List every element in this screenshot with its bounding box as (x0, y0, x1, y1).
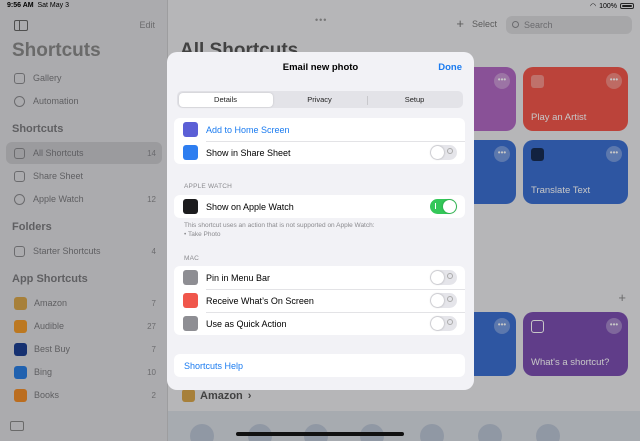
share-icon (183, 145, 198, 160)
footnote-line: • Take Photo (184, 231, 221, 238)
quick-action-toggle[interactable] (430, 316, 457, 331)
footnote-line: This shortcut uses an action that is not… (184, 222, 375, 229)
apple-watch-group: Show on Apple Watch (174, 195, 465, 218)
general-options-group: Add to Home Screen Show in Share Sheet (174, 118, 465, 164)
row-label: Receive What’s On Screen (206, 295, 314, 306)
shortcuts-help-link[interactable]: Shortcuts Help (184, 361, 243, 371)
toggle-off-mark (447, 319, 453, 325)
tab-privacy[interactable]: Privacy (273, 93, 367, 107)
toggle-on-mark (435, 203, 436, 209)
screen-icon (183, 293, 198, 308)
show-on-apple-watch-row: Show on Apple Watch (174, 195, 465, 218)
toggle-off-mark (447, 296, 453, 302)
row-label: Show in Share Sheet (206, 147, 291, 158)
toggle-off-mark (447, 148, 453, 154)
toggle-knob (431, 271, 444, 284)
home-indicator[interactable] (236, 432, 404, 436)
gear-icon (183, 316, 198, 331)
apple-watch-footnote: This shortcut uses an action that is not… (184, 221, 375, 239)
done-button[interactable]: Done (438, 62, 462, 73)
use-as-quick-action-row: Use as Quick Action (174, 312, 465, 335)
sheet-title: Email new photo (282, 62, 359, 73)
tab-details[interactable]: Details (178, 92, 273, 107)
section-header-mac: MAC (184, 255, 200, 262)
pin-menu-bar-toggle[interactable] (430, 270, 457, 285)
row-label: Pin in Menu Bar (206, 272, 271, 283)
mac-options-group: Pin in Menu Bar Receive What’s On Screen… (174, 266, 465, 335)
pin-in-menu-bar-row: Pin in Menu Bar (174, 266, 465, 289)
receive-whats-on-screen-row: Receive What’s On Screen (174, 289, 465, 312)
menubar-icon (183, 270, 198, 285)
toggle-knob (443, 200, 456, 213)
toggle-knob (431, 146, 444, 159)
help-group: Shortcuts Help (174, 354, 465, 377)
section-header-apple-watch: APPLE WATCH (184, 183, 233, 190)
show-in-share-sheet-row: Show in Share Sheet (174, 141, 465, 164)
row-label: Add to Home Screen (206, 124, 290, 135)
row-label: Show on Apple Watch (206, 201, 294, 212)
toggle-knob (431, 294, 444, 307)
toggle-off-mark (447, 273, 453, 279)
apple-watch-toggle[interactable] (430, 199, 457, 214)
receive-screen-toggle[interactable] (430, 293, 457, 308)
grid-icon (183, 122, 198, 137)
share-sheet-toggle[interactable] (430, 145, 457, 160)
row-label: Use as Quick Action (206, 318, 287, 329)
toggle-knob (431, 317, 444, 330)
shortcut-details-sheet: Email new photo Done Details Privacy Set… (167, 52, 474, 390)
tab-setup[interactable]: Setup (368, 93, 462, 107)
tab-selector: Details Privacy Setup (177, 91, 463, 108)
add-to-home-screen-row[interactable]: Add to Home Screen (174, 118, 465, 141)
watch-icon (183, 199, 198, 214)
